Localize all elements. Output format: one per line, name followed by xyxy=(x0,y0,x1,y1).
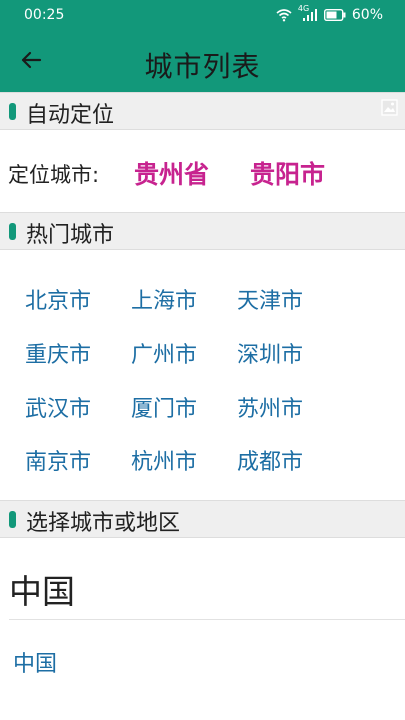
section-title: 热门城市 xyxy=(26,223,115,248)
signal-icon: 4G xyxy=(298,4,318,22)
section-marker xyxy=(9,223,16,240)
hot-city-item[interactable]: 深圳市 xyxy=(237,337,303,369)
hot-city-item[interactable]: 成都市 xyxy=(237,444,303,476)
location-label: 定位城市: xyxy=(8,163,100,187)
page-title: 城市列表 xyxy=(144,50,261,83)
location-row: 定位城市: 贵州省 贵阳市 xyxy=(0,130,405,212)
section-marker xyxy=(9,103,16,120)
section-title: 自动定位 xyxy=(26,103,115,128)
status-time: 00:25 xyxy=(24,7,65,23)
hot-city-item[interactable]: 北京市 xyxy=(25,283,91,315)
image-placeholder-icon xyxy=(381,99,398,116)
hot-city-item[interactable]: 天津市 xyxy=(237,283,303,315)
divider xyxy=(9,619,405,620)
located-city[interactable]: 贵阳市 xyxy=(250,155,325,191)
hot-city-item[interactable]: 南京市 xyxy=(25,444,91,476)
section-header-select-region: 选择城市或地区 xyxy=(0,500,405,538)
battery-icon xyxy=(323,9,346,21)
section-header-auto-locate: 自动定位 xyxy=(0,92,405,130)
hot-city-item[interactable]: 厦门市 xyxy=(131,391,197,423)
hot-city-item[interactable]: 重庆市 xyxy=(25,337,91,369)
hot-city-grid: 北京市 上海市 天津市 重庆市 广州市 深圳市 武汉市 厦门市 苏州市 南京市 … xyxy=(0,260,405,500)
wifi-icon xyxy=(276,8,292,22)
status-bar: 00:25 4G 60% xyxy=(0,0,405,30)
located-province[interactable]: 贵州省 xyxy=(134,155,209,191)
hot-city-item[interactable]: 杭州市 xyxy=(131,444,197,476)
hot-city-item[interactable]: 苏州市 xyxy=(237,391,303,423)
hot-city-item[interactable]: 上海市 xyxy=(131,283,197,315)
region-group-title: 中国 xyxy=(9,572,75,611)
network-type: 4G xyxy=(297,4,310,13)
region-list-item[interactable]: 中国 xyxy=(13,646,57,678)
section-title: 选择城市或地区 xyxy=(26,511,181,536)
section-marker xyxy=(9,511,16,528)
hot-city-item[interactable]: 广州市 xyxy=(131,337,197,369)
toolbar: 城市列表 xyxy=(0,30,405,92)
battery-percent: 60% xyxy=(351,7,383,23)
status-icons: 4G 60% xyxy=(276,4,383,23)
hot-city-item[interactable]: 武汉市 xyxy=(25,391,91,423)
section-header-hot-cities: 热门城市 xyxy=(0,212,405,250)
